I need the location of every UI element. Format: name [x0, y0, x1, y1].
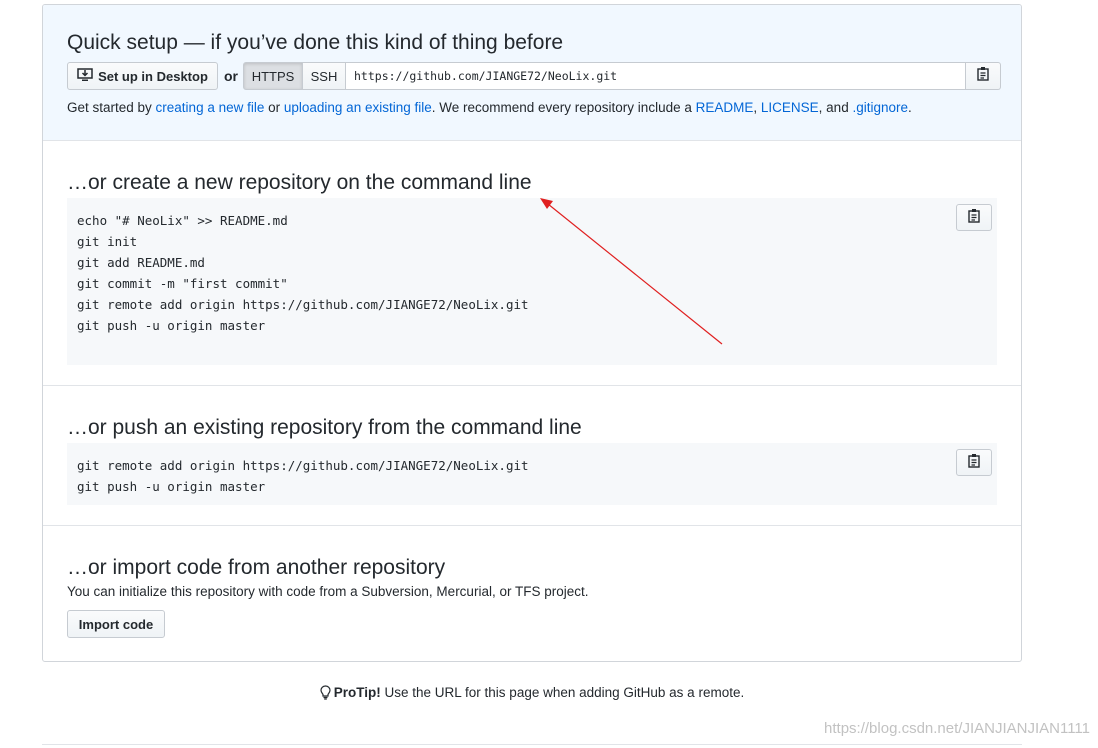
- clipboard-icon: [976, 66, 990, 86]
- push-repo-code: git remote add origin https://github.com…: [67, 443, 997, 505]
- protip-label: ProTip!: [333, 685, 381, 700]
- quick-setup-section: Quick setup — if you’ve done this kind o…: [43, 5, 1021, 141]
- clone-url-input[interactable]: [346, 62, 966, 90]
- or-label: or: [224, 68, 238, 84]
- help-prefix: Get started by: [67, 100, 156, 115]
- code-line: git remote add origin https://github.com…: [77, 458, 529, 473]
- protip-text: Use the URL for this page when adding Gi…: [380, 685, 745, 700]
- help-comma: ,: [753, 100, 761, 115]
- import-description: You can initialize this repository with …: [67, 584, 589, 599]
- upload-file-link[interactable]: uploading an existing file: [284, 100, 432, 115]
- code-line: git add README.md: [77, 255, 205, 270]
- setup-desktop-button[interactable]: Set up in Desktop: [67, 62, 218, 90]
- help-middle: or: [264, 100, 284, 115]
- push-repo-section: …or push an existing repository from the…: [43, 386, 1021, 526]
- push-repo-title: …or push an existing repository from the…: [67, 416, 582, 439]
- clone-url-row: Set up in Desktop or HTTPS SSH: [67, 62, 1001, 90]
- clipboard-icon: [967, 208, 981, 228]
- help-and: , and: [818, 100, 853, 115]
- ssh-toggle[interactable]: SSH: [303, 62, 346, 90]
- import-repo-title: …or import code from another repository: [67, 556, 446, 579]
- getting-started-help: Get started by creating a new file or up…: [67, 100, 912, 115]
- setup-desktop-label: Set up in Desktop: [98, 68, 208, 84]
- import-repo-section: …or import code from another repository …: [43, 526, 1021, 661]
- code-line: git push -u origin master: [77, 318, 266, 333]
- create-repo-code: echo "# NeoLix" >> README.md git init gi…: [67, 198, 997, 365]
- https-toggle[interactable]: HTTPS: [243, 62, 303, 90]
- code-line: echo "# NeoLix" >> README.md: [77, 213, 288, 228]
- footer-divider: [42, 744, 1022, 745]
- protip: ProTip! Use the URL for this page when a…: [0, 685, 1064, 703]
- copy-create-commands-button[interactable]: [956, 204, 992, 231]
- create-repo-title: …or create a new repository on the comma…: [67, 171, 532, 194]
- code-line: git push -u origin master: [77, 479, 266, 494]
- code-line: git remote add origin https://github.com…: [77, 297, 529, 312]
- help-suffix: .: [908, 100, 912, 115]
- create-new-file-link[interactable]: creating a new file: [156, 100, 265, 115]
- code-line: git init: [77, 234, 138, 249]
- help-middle2: . We recommend every repository include …: [431, 100, 696, 115]
- lightbulb-icon: [320, 685, 331, 703]
- repo-setup-box: Quick setup — if you’ve done this kind o…: [42, 4, 1022, 662]
- code-line: git commit -m "first commit": [77, 276, 288, 291]
- quick-setup-title: Quick setup — if you’ve done this kind o…: [67, 31, 564, 54]
- clipboard-icon: [967, 453, 981, 473]
- copy-push-commands-button[interactable]: [956, 449, 992, 476]
- readme-link[interactable]: README: [696, 100, 754, 115]
- copy-url-button[interactable]: [966, 62, 1001, 90]
- create-repo-section: …or create a new repository on the comma…: [43, 141, 1021, 386]
- license-link[interactable]: LICENSE: [761, 100, 819, 115]
- desktop-download-icon: [77, 67, 93, 85]
- import-code-button[interactable]: Import code: [67, 610, 165, 638]
- gitignore-link[interactable]: .gitignore: [852, 100, 908, 115]
- watermark: https://blog.csdn.net/JIANJIANJIAN1111: [824, 720, 1090, 737]
